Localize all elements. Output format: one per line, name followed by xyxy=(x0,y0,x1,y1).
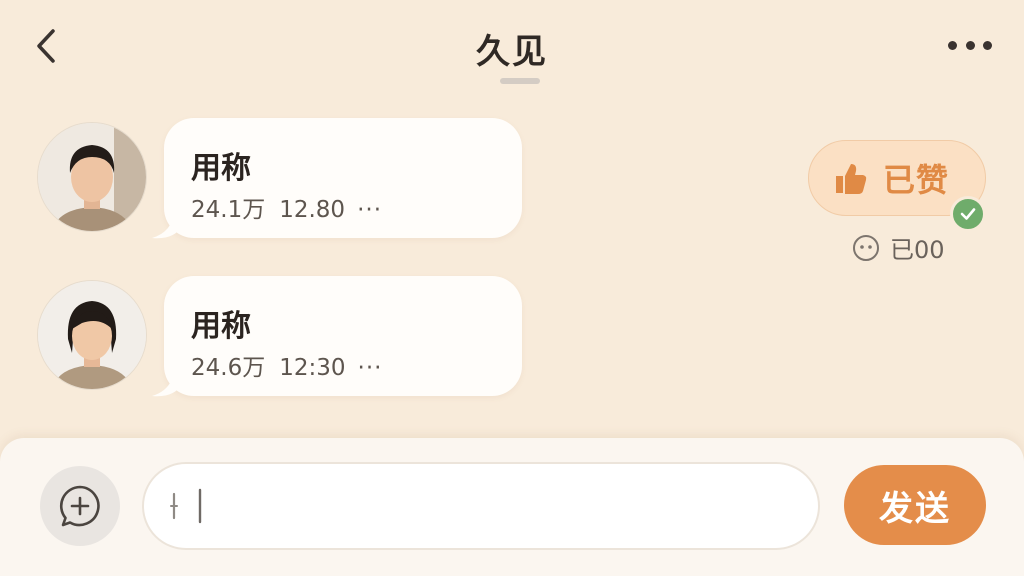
message-more-button[interactable]: ··· xyxy=(357,197,382,223)
more-dot xyxy=(965,40,975,50)
more-dot xyxy=(983,40,992,50)
check-badge xyxy=(950,196,986,232)
bubble-tail xyxy=(152,212,182,239)
title-underline xyxy=(500,78,540,84)
bubble-tail xyxy=(152,370,182,397)
composer-bar: 发送 xyxy=(0,438,1024,576)
more-button[interactable] xyxy=(944,30,996,60)
person-avatar-icon xyxy=(38,123,146,231)
view-count: 24.1万 xyxy=(191,197,266,223)
message-more-button[interactable]: ··· xyxy=(358,355,383,381)
add-attachment-button[interactable] xyxy=(40,466,120,546)
add-chat-icon xyxy=(59,485,100,527)
message-bubble[interactable]: 用称 24.6万 12:30 ··· xyxy=(152,276,522,397)
message-item[interactable]: 用称 24.1万 12.80 ··· xyxy=(38,118,528,242)
message-bubble[interactable]: 用称 24.1万 12.80 ··· xyxy=(152,118,522,239)
more-dot xyxy=(948,40,957,50)
avatar[interactable] xyxy=(38,281,146,389)
message-time: 12.80 xyxy=(279,197,346,223)
view-count: 24.6万 xyxy=(191,355,266,381)
message-meta: 24.6万 12:30 ··· xyxy=(191,348,382,382)
message-time: 12:30 xyxy=(279,355,346,381)
page-title: 久见 xyxy=(476,32,548,72)
like-count-text: 已00 xyxy=(890,236,945,264)
person-avatar-icon xyxy=(38,281,146,389)
message-meta: 24.1万 12.80 ··· xyxy=(191,190,382,224)
like-count: 已00 xyxy=(852,230,945,265)
message-input[interactable] xyxy=(142,462,820,550)
avatar[interactable] xyxy=(38,123,146,231)
sender-name: 用称 xyxy=(191,151,251,186)
message-item[interactable]: 用称 24.6万 12:30 ··· xyxy=(38,276,528,400)
check-icon xyxy=(960,208,976,220)
smile-icon xyxy=(853,234,879,261)
liked-label: 已赞 xyxy=(883,161,950,199)
send-button[interactable]: 发送 xyxy=(844,465,986,545)
thumbs-up-icon xyxy=(836,164,867,194)
sender-name: 用称 xyxy=(191,309,251,344)
